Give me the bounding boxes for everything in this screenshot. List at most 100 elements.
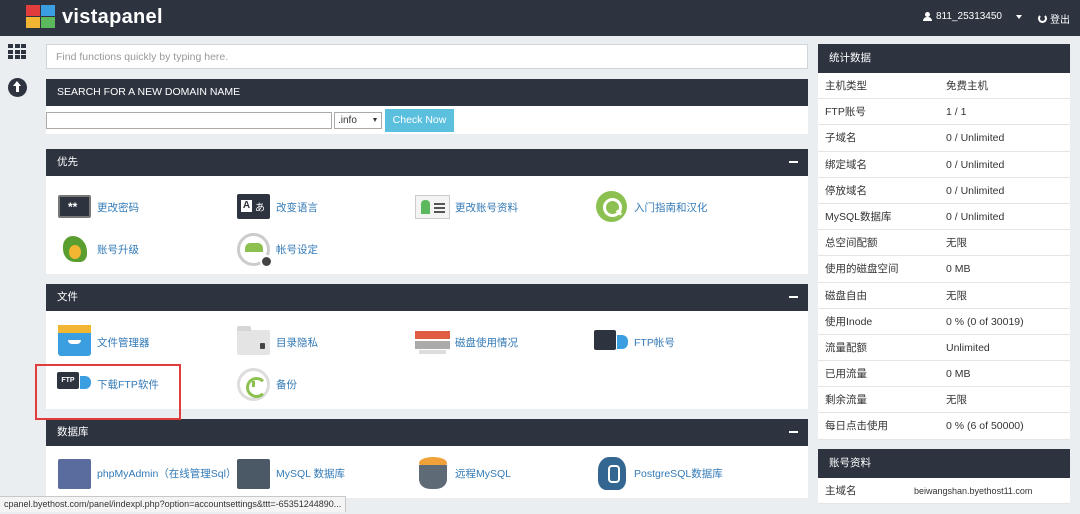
stat-row: FTP账号 1 / 1 [818,99,1070,126]
stat-value: 0 MB [946,368,971,381]
function-search-input[interactable] [46,44,808,69]
account-settings-link[interactable]: 帐号设定 [236,228,415,270]
stat-key: 已用流量 [825,368,867,381]
tld-value: .info [338,114,357,126]
tld-select[interactable]: .info [334,111,382,129]
collapse-icon[interactable] [789,296,798,298]
stat-row: 剩余流量 无限 [818,387,1070,414]
check-now-button[interactable]: Check Now [385,108,454,132]
section-title: 数据库 [46,419,808,446]
stat-row: 每日点击使用 0 % (6 of 50000) [818,413,1070,440]
stat-value: 无限 [946,237,967,250]
getting-started-link[interactable]: 入门指南和汉化 [594,186,773,228]
top-bar: vistapanel 811_25313450 登出 [0,0,1080,36]
account-title: 账号资料 [818,448,1070,478]
chevron-down-icon [1016,14,1022,19]
stat-value: Unlimited [946,341,990,354]
left-toolbar [0,36,36,514]
domain-search-panel: SEARCH FOR A NEW DOMAIN NAME .info Check… [46,79,808,134]
right-sidebar: 统计数据 主机类型 免费主机 FTP账号 1 / 1 子域名 0 / Unlimited 绑… [818,44,1070,504]
section-database: 数据库 phpMyAdmin（在线管理Sql） MySQL 数据库 远程MySQ… [46,419,808,498]
file-manager-link[interactable]: 文件管理器 [57,321,236,363]
remote-mysql-link[interactable]: 远程MySQL [415,452,594,494]
backup-link[interactable]: 备份 [236,363,415,405]
apps-grid-icon[interactable] [8,44,26,59]
stat-row: 磁盘自由 无限 [818,283,1070,309]
logout-label: 登出 [1050,15,1070,26]
stat-value: 0 / Unlimited [946,184,1005,197]
account-panel: 账号资料 主域名 beiwangshan.byethost11.com [818,448,1070,504]
stat-key: 使用的磁盘空间 [825,263,899,276]
ftp-account-icon [594,325,630,359]
phpmyadmin-link[interactable]: phpMyAdmin（在线管理Sql） [57,452,236,494]
stats-title: 统计数据 [818,44,1070,73]
stat-key: MySQL数据库 [825,210,892,223]
section-priority: 优先 更改密码 改变语言 更改账号资料 入门指南和汉化 账号升级 [46,149,808,274]
password-icon [57,190,93,224]
caret-down-icon [373,118,377,122]
directory-privacy-link[interactable]: 目录隐私 [236,321,415,363]
file-manager-icon [57,325,93,359]
stat-row: 流量配额 Unlimited [818,335,1070,362]
stat-value: 1 / 1 [946,106,967,119]
stat-row: 子域名 0 / Unlimited [818,125,1070,152]
stat-row: 绑定域名 0 / Unlimited [818,152,1070,178]
stat-key: 总空间配额 [825,237,878,250]
stat-row: 已用流量 0 MB [818,361,1070,388]
change-account-info-link[interactable]: 更改账号资料 [415,186,594,228]
account-upgrade-link[interactable]: 账号升级 [57,228,236,270]
user-icon [923,12,932,21]
account-value: beiwangshan.byethost11.com [914,485,1033,496]
ftp-account-link[interactable]: FTP帐号 [594,321,773,363]
stat-row: 停放域名 0 / Unlimited [818,178,1070,204]
logo-cubes-icon [26,5,56,29]
mysql-database-link[interactable]: MySQL 数据库 [236,452,415,494]
account-key: 主域名 [825,484,857,497]
user-menu[interactable]: 811_25313450 [923,11,1022,22]
username: 811_25313450 [936,11,1002,22]
browser-status-bar: cpanel.byethost.com/panel/indexpl.php?op… [0,496,347,512]
collapse-icon[interactable] [789,161,798,163]
function-grid: phpMyAdmin（在线管理Sql） MySQL 数据库 远程MySQL Po… [46,446,808,498]
main-content: SEARCH FOR A NEW DOMAIN NAME .info Check… [46,44,808,498]
stat-row: MySQL数据库 0 / Unlimited [818,204,1070,231]
stat-row: 总空间配额 无限 [818,230,1070,257]
disk-usage-icon [415,325,451,359]
collapse-icon[interactable] [789,431,798,433]
logo-text: vistapanel [62,5,163,28]
account-settings-icon [236,232,273,268]
section-title: 优先 [46,149,808,176]
postgresql-database-link[interactable]: PostgreSQL数据库 [594,452,773,494]
upload-icon[interactable] [8,78,27,97]
stat-key: 主机类型 [825,80,867,92]
stat-key: FTP账号 [825,106,866,119]
stat-value: 0 / Unlimited [946,132,1005,145]
stats-panel: 统计数据 主机类型 免费主机 FTP账号 1 / 1 子域名 0 / Unlimited 绑… [818,44,1070,440]
stat-key: 每日点击使用 [825,420,888,433]
change-language-link[interactable]: 改变语言 [236,186,415,228]
power-icon [1038,14,1047,23]
logout-button[interactable]: 登出 [1038,11,1070,26]
account-table: 主域名 beiwangshan.byethost11.com [818,478,1070,504]
domain-name-input[interactable] [46,111,332,129]
stat-key: 流量配额 [825,341,867,354]
disk-usage-link[interactable]: 磁盘使用情况 [415,321,594,363]
stat-key: 停放域名 [825,184,867,197]
account-row: 主域名 beiwangshan.byethost11.com [818,478,1070,504]
highlight-box [35,364,181,420]
stat-row: 使用Inode 0 % (0 of 30019) [818,309,1070,335]
change-password-link[interactable]: 更改密码 [57,186,236,228]
stat-key: 绑定域名 [825,158,867,171]
mysql-icon [236,456,272,490]
logo[interactable]: vistapanel [26,5,163,29]
backup-icon [236,367,272,401]
stat-key: 剩余流量 [825,394,867,407]
language-icon [236,190,272,224]
stat-value: 0 MB [946,263,971,276]
stat-row: 使用的磁盘空间 0 MB [818,256,1070,283]
remote-mysql-icon [415,456,451,490]
stat-value: 无限 [946,394,967,407]
function-grid: 更改密码 改变语言 更改账号资料 入门指南和汉化 账号升级 帐号设定 [46,176,808,274]
stat-value: 无限 [946,289,967,302]
stat-value: 0 / Unlimited [946,210,1005,223]
